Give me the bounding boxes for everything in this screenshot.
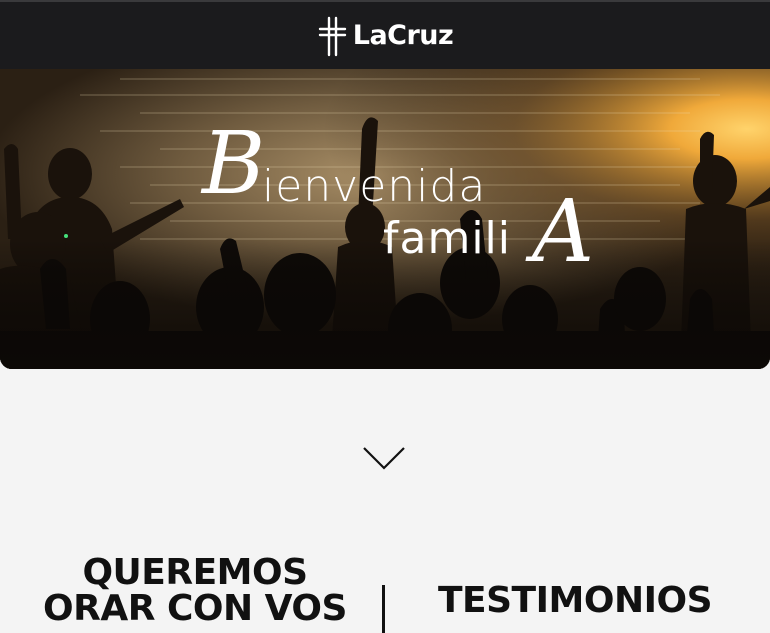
hero-concert-image (0, 69, 770, 369)
pray-link-line1: QUEREMOS (82, 552, 308, 593)
divider (382, 585, 385, 633)
logo-text: LaCruz (352, 20, 454, 51)
cross-icon (318, 16, 346, 56)
quick-links: QUEREMOS ORAR CON VOS TESTIMONIOS (0, 555, 770, 633)
chevron-down-icon[interactable] (360, 444, 408, 472)
logo[interactable]: LaCruz (317, 15, 454, 57)
pray-link[interactable]: QUEREMOS ORAR CON VOS (30, 555, 360, 627)
testimonials-link[interactable]: TESTIMONIOS (420, 581, 730, 621)
pray-link-line2: ORAR CON VOS (43, 588, 347, 629)
top-bar: LaCruz (0, 0, 770, 69)
hero-banner: B ienvenida famili A (0, 69, 770, 369)
